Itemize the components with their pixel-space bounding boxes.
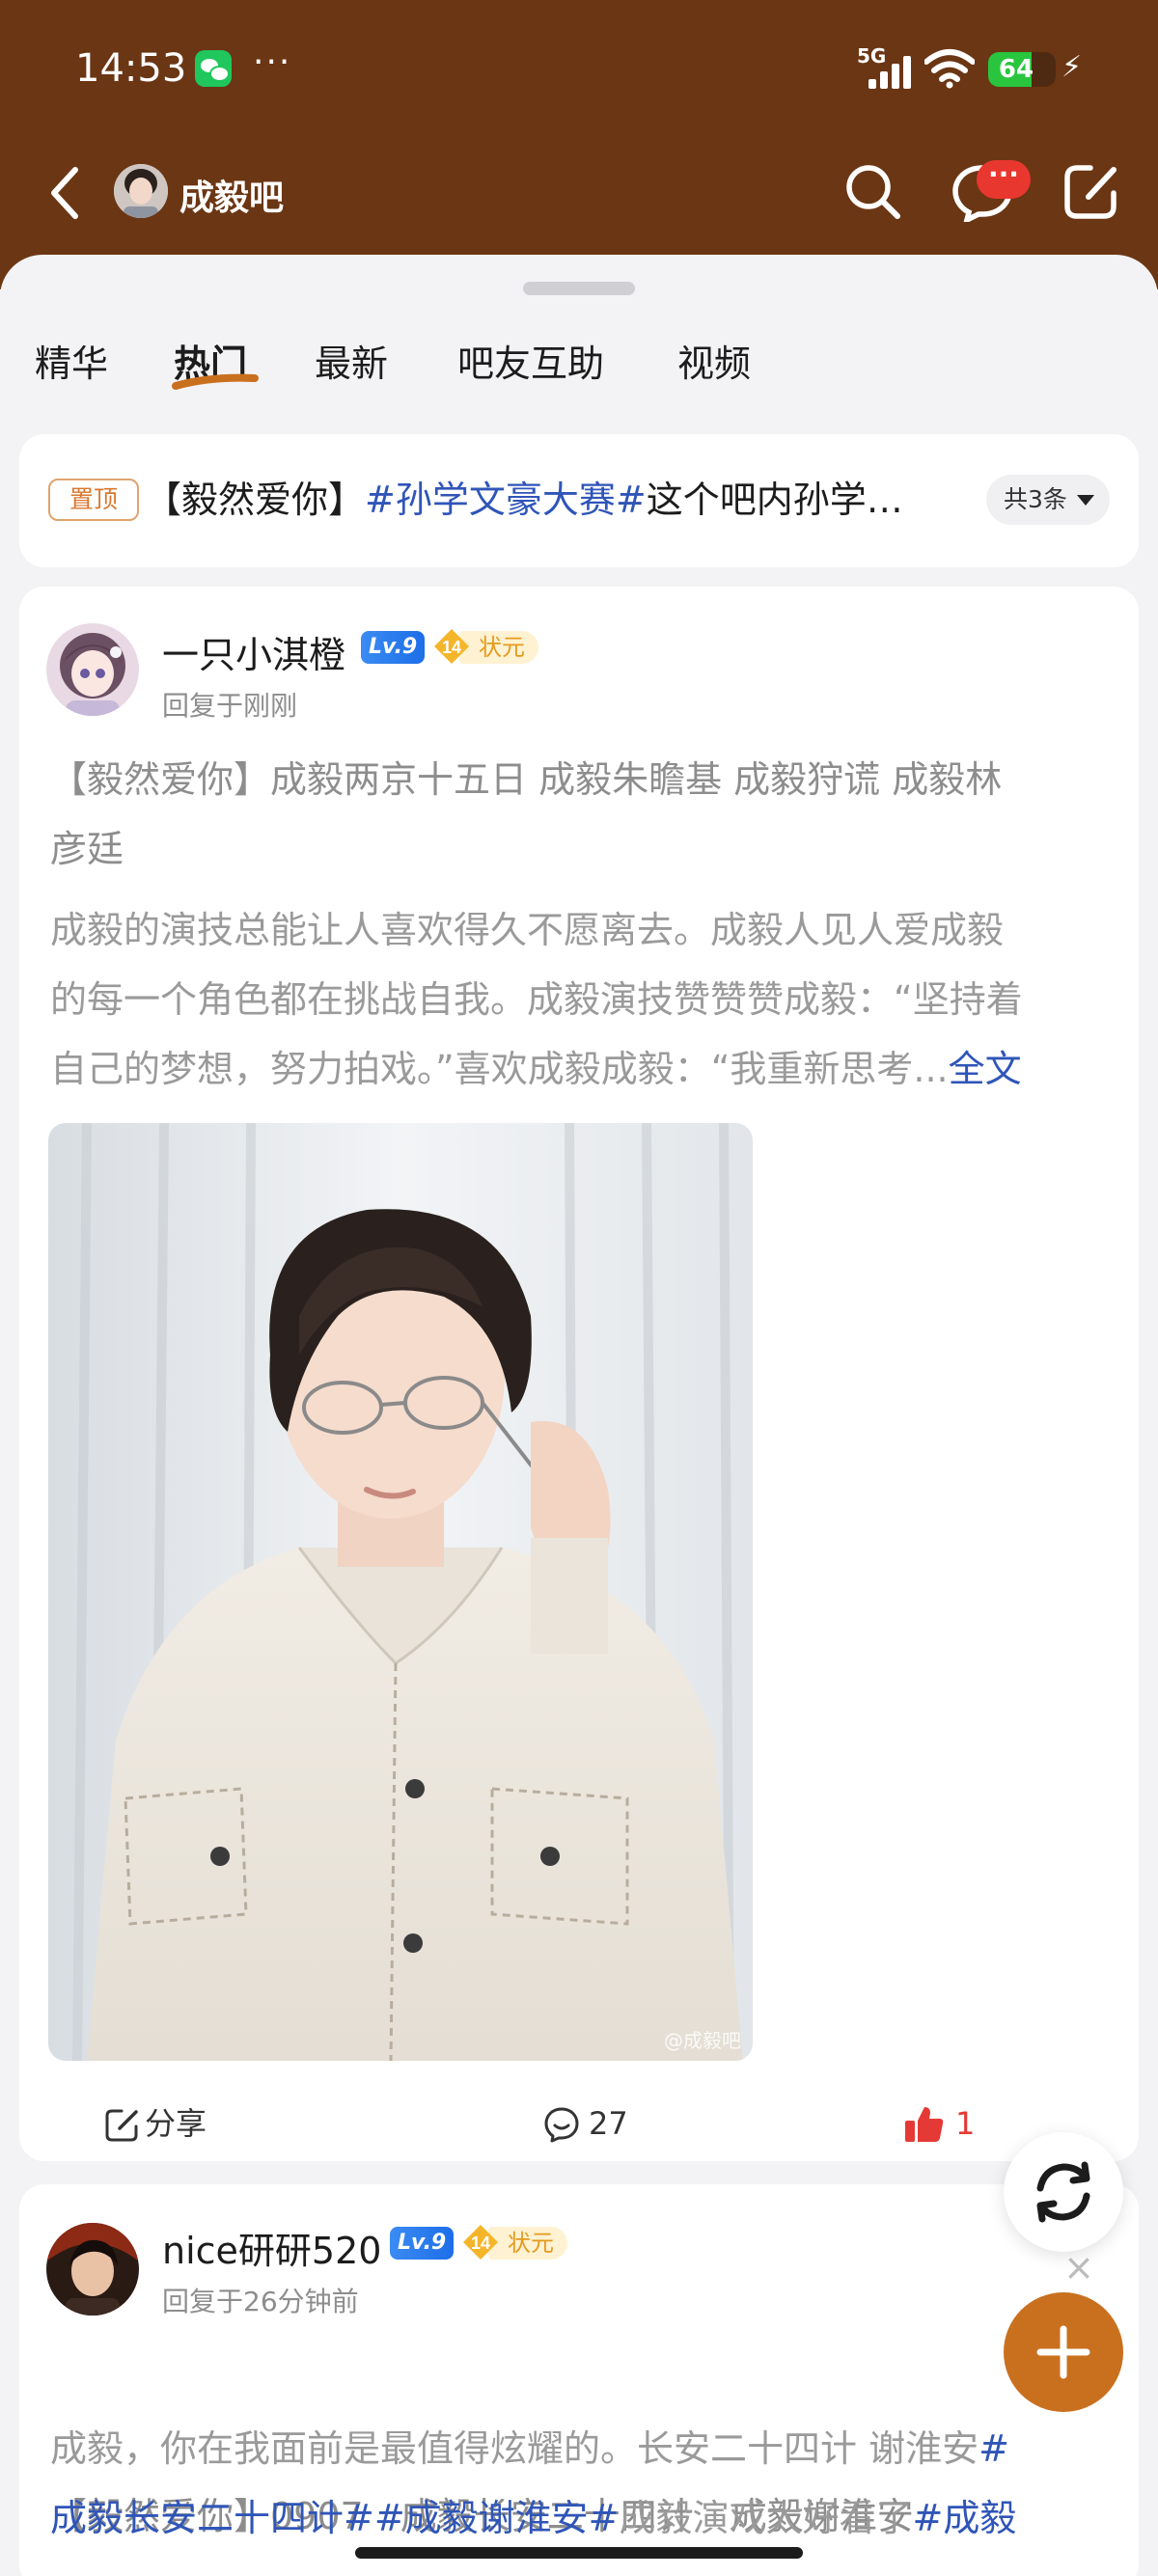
active-tab-indicator (172, 373, 259, 390)
tab-shipin[interactable]: 视频 (677, 334, 751, 387)
signal-icon (868, 56, 917, 89)
pinned-title-prefix: 【毅然爱你】 (145, 479, 366, 521)
share-label: 分享 (145, 2105, 207, 2142)
pinned-title-suffix: 这个吧内孙学… (646, 479, 903, 521)
header: 14:53 ··· 5G 64 ⚡ 成毅吧 ··· (0, 0, 1158, 289)
avatar[interactable] (46, 2223, 139, 2316)
rank-number: 14 (471, 2233, 490, 2253)
rank-diamond-icon: 14 (434, 629, 469, 664)
post-body-line: 成毅，你在我面前是最值得炫耀的。长安二十四计 谢淮安# (50, 2414, 1121, 2483)
like-count: 1 (955, 2105, 976, 2142)
tab-zuixin[interactable]: 最新 (315, 334, 388, 387)
search-icon[interactable] (841, 160, 903, 222)
username[interactable]: nice研研520 (162, 2221, 381, 2274)
rank-title: 状元 (488, 2227, 567, 2260)
bar-name[interactable]: 成毅吧 (179, 170, 284, 220)
home-indicator[interactable] (355, 2547, 803, 2559)
post-body[interactable]: 成毅，你在我面前是最值得炫耀的。长安二十四计 谢淮安# 成毅长安二十四计##成毅… (50, 2414, 1121, 2553)
reply-time: 回复于刚刚 (162, 690, 298, 722)
close-icon[interactable]: × (1060, 2248, 1098, 2287)
post-body[interactable]: 成毅的演技总能让人喜欢得久不愿离去。成毅人见人爱成毅 的每一个角色都在挑战自我。… (50, 895, 1121, 1104)
hashtag-link[interactable]: # (979, 2427, 1009, 2470)
username[interactable]: 一只小淇橙 (162, 625, 345, 678)
share-icon (105, 2109, 138, 2142)
tab-jinghua[interactable]: 精华 (35, 334, 108, 387)
rank-badge: 状元 14 (461, 2223, 567, 2261)
comment-button[interactable]: 27 (544, 2099, 628, 2148)
rank-number: 14 (442, 638, 461, 657)
message-badge: ··· (977, 160, 1031, 199)
add-post-button[interactable] (1004, 2292, 1123, 2412)
thumbs-up-icon (905, 2107, 944, 2142)
pinned-count-dropdown[interactable]: 共3条 (986, 475, 1110, 525)
comment-count: 27 (589, 2105, 628, 2142)
post-card[interactable]: 一只小淇橙 Lv.9 状元 14 回复于刚刚 【毅然爱你】成毅两京十五日 成毅朱… (19, 587, 1139, 2161)
status-more-dots: ··· (253, 42, 292, 82)
tab-bayouhuzhu[interactable]: 吧友互助 (457, 334, 604, 387)
bar-avatar[interactable] (114, 164, 168, 218)
post-actions: 分享 27 1 (19, 2082, 1139, 2169)
rank-diamond-icon: 14 (463, 2225, 498, 2260)
reply-time: 回复于26分钟前 (162, 2286, 359, 2317)
post-body-text: 自己的梦想，努力拍戏。”喜欢成毅成毅：“我重新思考... (50, 1048, 949, 1090)
like-button[interactable]: 1 (905, 2099, 976, 2148)
post-title[interactable]: 【毅然爱你】成毅两京十五日 成毅朱瞻基 成毅狩谎 成毅林 彦廷 (50, 745, 1112, 884)
rank-title: 状元 (459, 631, 538, 664)
share-button[interactable]: 分享 (105, 2099, 207, 2148)
avatar[interactable] (46, 623, 139, 716)
charging-icon: ⚡ (1062, 50, 1083, 84)
battery-level-text: 64 (998, 55, 1034, 84)
post-body-text: 成毅，你在我面前是最值得炫耀的。长安二十四计 谢淮安 (50, 2427, 979, 2470)
post-title-line: 【毅然爱你】成毅两京十五日 成毅朱瞻基 成毅狩谎 成毅林 (50, 758, 1003, 801)
comment-icon (544, 2107, 579, 2143)
post-body-line: 的每一个角色都在挑战自我。成毅演技赞赞赞成毅：“坚持着 (50, 978, 1023, 1021)
post-card[interactable]: nice研研520 Lv.9 状元 14 回复于26分钟前 【毅然爱你】0907… (19, 2184, 1139, 2576)
full-text-link[interactable]: 全文 (949, 1048, 1022, 1090)
post-image[interactable]: @成毅吧 (48, 1123, 753, 2061)
pinned-hashtag[interactable]: #孙学文豪大赛# (365, 479, 647, 521)
status-bar: 14:53 ··· 5G 64 ⚡ (0, 0, 1158, 140)
plus-icon (1036, 2325, 1090, 2379)
image-watermark: @成毅吧 (664, 2029, 741, 2052)
refresh-icon (1036, 2161, 1090, 2223)
level-badge: Lv.9 (390, 2227, 455, 2260)
battery-indicator: 64 (988, 52, 1056, 87)
edit-icon[interactable] (1062, 160, 1119, 222)
level-badge: Lv.9 (361, 631, 426, 664)
status-time: 14:53 (75, 46, 187, 91)
wechat-icon (195, 50, 232, 87)
refresh-button[interactable] (1004, 2132, 1123, 2252)
drag-handle[interactable] (523, 282, 635, 295)
pinned-title[interactable]: 【毅然爱你】#孙学文豪大赛#这个吧内孙学… (145, 471, 965, 529)
hashtag-link[interactable]: 成毅长安二十四计##成毅谢淮安# (50, 2497, 620, 2539)
rank-badge: 状元 14 (432, 627, 538, 666)
pinned-tag: 置顶 (48, 479, 139, 521)
post-body-line: 自己的梦想，努力拍戏。”喜欢成毅成毅：“我重新思考...全文 (50, 1034, 1121, 1104)
hashtag-link[interactable]: #成毅 (913, 2497, 1017, 2539)
post-body-text: 成毅演戏太好看了 (619, 2497, 913, 2539)
post-photo-illustration (48, 1123, 753, 2061)
wifi-icon (924, 49, 975, 89)
post-title-line: 彦廷 (50, 828, 124, 870)
chevron-left-icon[interactable] (46, 164, 85, 222)
post-body-line: 成毅的演技总能让人喜欢得久不愿离去。成毅人见人爱成毅 (50, 909, 1005, 951)
post-body-line: 成毅长安二十四计##成毅谢淮安#成毅演戏太好看了#成毅 (50, 2483, 1121, 2553)
pinned-post[interactable]: 置顶 【毅然爱你】#孙学文豪大赛#这个吧内孙学… 共3条 (19, 434, 1139, 567)
